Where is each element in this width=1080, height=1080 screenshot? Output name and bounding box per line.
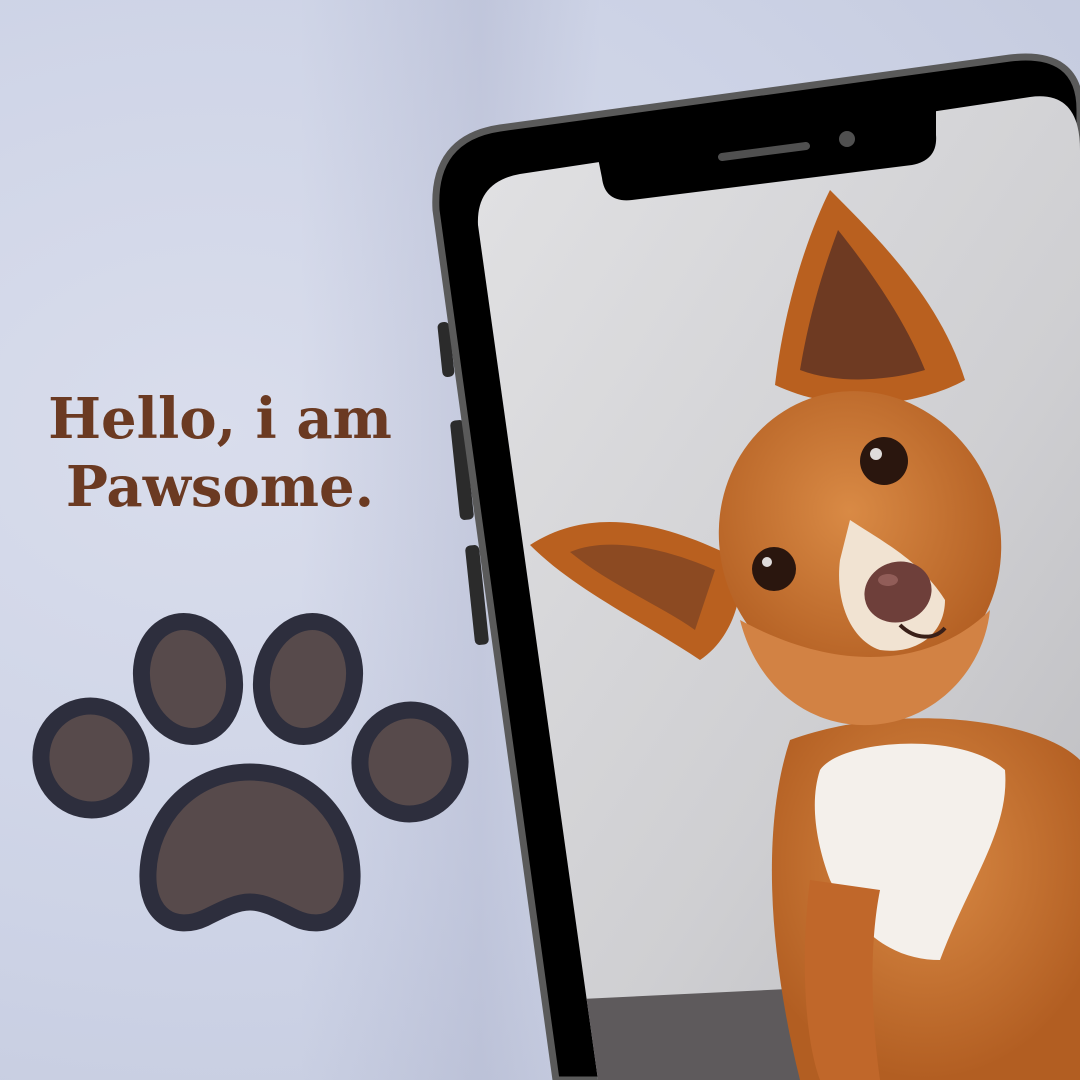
dog-eye-right bbox=[860, 437, 908, 485]
dog-eye-left bbox=[752, 547, 796, 591]
phone-mockup bbox=[432, 53, 1080, 1080]
phone-camera bbox=[839, 131, 855, 147]
